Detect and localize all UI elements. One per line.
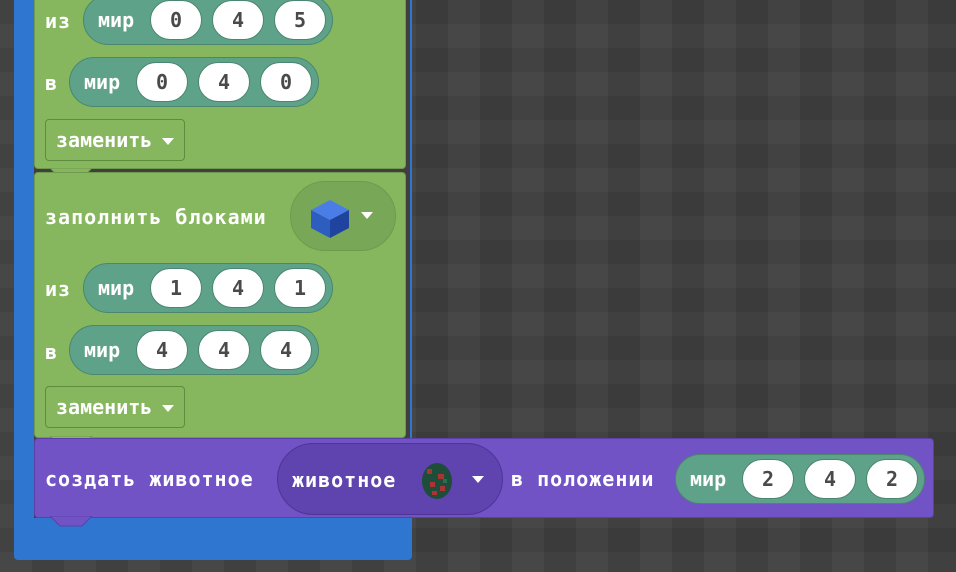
coord-y-input[interactable]: 4: [804, 459, 856, 499]
world-label: мир: [84, 338, 121, 362]
block-title: создать животное: [45, 467, 254, 491]
mode-dropdown-label: заменить: [56, 395, 153, 419]
world-label: мир: [98, 8, 135, 32]
coord-x-input[interactable]: 4: [136, 330, 188, 370]
blue-cube-icon: [311, 200, 349, 238]
coord-z-input[interactable]: 4: [260, 330, 312, 370]
fill-block-1[interactable]: из мир 0 4 5 в мир 0 4 0 заменить: [34, 0, 406, 169]
spawn-egg-icon: [422, 463, 452, 499]
coord-y-input[interactable]: 4: [198, 330, 250, 370]
to-label: в: [45, 71, 59, 95]
to-world-position[interactable]: мир 0 4 0: [69, 57, 319, 107]
block-type-dropdown[interactable]: [290, 181, 396, 251]
coord-y-input[interactable]: 4: [212, 268, 264, 308]
coord-x-input[interactable]: 2: [742, 459, 794, 499]
coord-z-input[interactable]: 0: [260, 62, 312, 102]
coord-x-input[interactable]: 0: [150, 0, 202, 40]
from-label: из: [45, 9, 72, 33]
coord-z-input[interactable]: 5: [274, 0, 326, 40]
to-world-position[interactable]: мир 4 4 4: [69, 325, 319, 375]
coord-y-input[interactable]: 4: [212, 0, 264, 40]
world-label: мир: [690, 467, 727, 491]
chevron-down-icon: [361, 212, 373, 219]
animal-dropdown[interactable]: животное: [277, 443, 503, 515]
coord-y-input[interactable]: 4: [198, 62, 250, 102]
coord-x-input[interactable]: 0: [136, 62, 188, 102]
coord-z-input[interactable]: 1: [274, 268, 326, 308]
block-notch: [50, 516, 93, 527]
to-label: в: [45, 340, 59, 364]
mode-dropdown-label: заменить: [56, 128, 153, 152]
world-label: мир: [84, 70, 121, 94]
coord-x-input[interactable]: 1: [150, 268, 202, 308]
from-label: из: [45, 277, 72, 301]
spawn-animal-block[interactable]: создать животное животное в положении ми…: [34, 438, 934, 518]
mode-dropdown[interactable]: заменить: [45, 386, 186, 428]
spawn-world-position[interactable]: мир 2 4 2: [675, 454, 925, 504]
block-title: заполнить блоками: [45, 205, 267, 229]
world-label: мир: [98, 276, 135, 300]
fill-block-2[interactable]: заполнить блоками из мир 1 4 1 в мир 4 4…: [34, 172, 406, 438]
position-label: в положении: [511, 467, 655, 491]
coord-z-input[interactable]: 2: [866, 459, 918, 499]
from-world-position[interactable]: мир 1 4 1: [83, 263, 333, 313]
chevron-down-icon: [162, 405, 175, 412]
chevron-down-icon: [472, 476, 484, 483]
from-world-position[interactable]: мир 0 4 5: [83, 0, 333, 45]
mode-dropdown[interactable]: заменить: [45, 119, 186, 161]
animal-dropdown-label: животное: [292, 468, 397, 492]
chevron-down-icon: [162, 138, 175, 145]
